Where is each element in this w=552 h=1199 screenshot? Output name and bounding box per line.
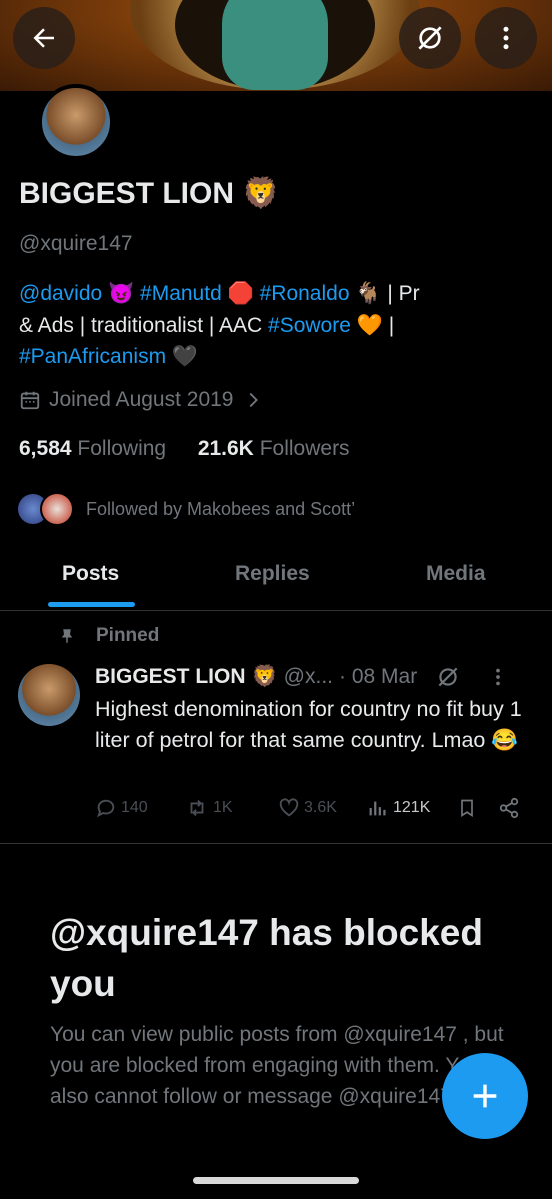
analytics-icon [369,801,386,816]
followers-label: Followers [259,437,350,460]
profile-name-text: BIGGEST LION [19,177,235,210]
bookmark-button[interactable] [457,797,477,819]
compose-post-button[interactable] [442,1053,528,1139]
reply-icon [96,799,115,818]
tab-media[interactable]: Media [426,562,486,586]
blocked-title: @xquire147 has blocked you [50,912,483,1004]
bio-text: 🛑 [221,282,260,305]
plus-icon [473,1084,497,1108]
profile-bio: @davido 😈 #Manutd 🛑 #Ronaldo 🐐 | Pr & Ad… [19,278,519,373]
bio-text: 🧡 | [350,313,395,337]
profile-name: BIGGEST LION 🦁 [19,176,280,211]
active-tab-indicator [48,602,135,607]
bio-link[interactable]: #Sowore [268,314,351,337]
bio-link[interactable]: #PanAfricanism [19,345,166,368]
heart-icon [279,798,299,817]
following-label: Following [77,437,167,460]
pinned-label: Pinned [96,625,160,646]
pin-icon [61,629,73,643]
followers-stat[interactable]: 21.6K Followers [198,437,350,460]
back-button[interactable] [13,7,75,69]
profile-handle: @xquire147 [19,232,133,255]
like-count: 3.6K [304,799,337,816]
post-header: BIGGEST LION 🦁 @x... · 08 Mar [95,664,509,690]
bio-text: 🐐 | Pr [349,282,420,305]
post-author-handle: @x... [283,665,333,688]
joined-label: Joined August 2019 [49,388,234,411]
joined-date[interactable]: Joined August 2019 [19,388,264,412]
bio-line: & Ads | traditionalist | AAC #Sowore 🧡 | [19,310,519,342]
calendar-icon [20,391,40,410]
tab-posts[interactable]: Posts [62,562,119,586]
like-button[interactable]: 3.6K [278,797,337,819]
post-author-avatar[interactable] [18,664,80,726]
bio-text: & Ads | traditionalist | AAC [19,313,269,337]
repost-icon [190,800,204,816]
lion-emoji-icon: 🦁 [251,665,278,688]
follow-stats: 6,584 Following 21.6K Followers [19,437,350,461]
profile-avatar[interactable] [38,84,114,160]
bio-link[interactable]: #Manutd [140,282,222,305]
followers-count: 21.6K [197,437,254,460]
bio-link[interactable]: @davido [19,282,102,305]
repost-count: 1K [213,799,233,816]
bio-link[interactable]: #Ronaldo [260,282,350,305]
more-options-button[interactable] [475,7,537,69]
home-indicator[interactable] [193,1177,359,1184]
reply-count: 140 [121,799,148,816]
eye-slash-icon [418,26,442,50]
post-actions: 140 1K 3.6K 121K [95,797,525,825]
profile-banner[interactable] [0,0,552,91]
follower-avatar [40,492,74,526]
followed-by[interactable]: Followed by Makobees and Scott’ [16,492,355,526]
share-button[interactable] [498,797,520,819]
more-vertical-icon[interactable] [487,666,509,688]
bio-text: 😈 [102,282,141,305]
chevron-right-icon [249,392,258,408]
post-author-name[interactable]: BIGGEST LION [95,665,246,689]
divider [0,843,552,844]
tab-replies[interactable]: Replies [235,562,310,586]
more-vertical-icon [503,26,509,50]
following-stat[interactable]: 6,584 Following [19,437,166,460]
lion-emoji-icon: 🦁 [242,177,280,210]
bio-line: @davido 😈 #Manutd 🛑 #Ronaldo 🐐 | Pr [19,278,519,310]
post-date: · 08 Mar [339,665,418,688]
repost-button[interactable]: 1K [185,797,233,819]
banner-hand-image [222,0,328,90]
share-icon [499,797,519,819]
following-count: 6,584 [19,437,72,460]
followed-by-label: Followed by Makobees and Scott’ [86,498,356,519]
post-text[interactable]: Highest denomination for country no fit … [95,694,540,756]
reply-button[interactable]: 140 [95,797,148,819]
bio-text: 🖤 [166,345,199,368]
view-count: 121K [393,799,431,816]
pinned-indicator: Pinned [58,625,159,647]
bio-line: #PanAfricanism 🖤 [19,341,519,373]
eye-slash-icon[interactable] [435,664,461,690]
bookmark-icon [461,799,473,818]
views-button[interactable]: 121K [367,797,430,819]
arrow-left-icon [33,28,54,48]
hide-posts-button[interactable] [399,7,461,69]
